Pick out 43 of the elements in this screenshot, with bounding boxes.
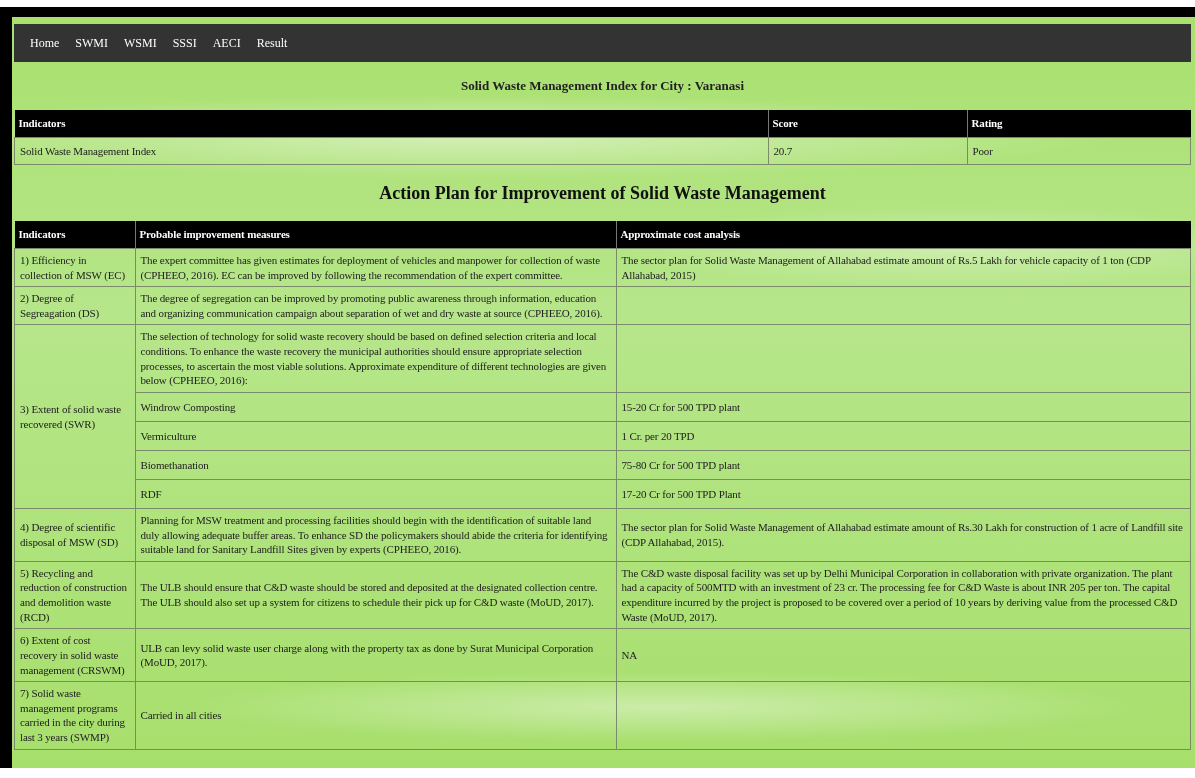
table-cell: Solid Waste Management Index (14, 137, 768, 165)
table-cell: Poor (967, 137, 1191, 165)
table-cell: 15-20 Cr for 500 TPD plant (616, 392, 1191, 422)
table-cell: Windrow Composting (135, 392, 616, 422)
page-title: Solid Waste Management Index for City : Varanasi (460, 77, 745, 95)
nav-link[interactable]: SWMI (67, 33, 116, 53)
table-cell: 1) Efficiency in collection of MSW (EC) (14, 248, 135, 287)
column-header: Approximate cost analysis (616, 221, 1191, 249)
table-cell: 1 Cr. per 20 TPD (616, 421, 1191, 451)
table-cell: The selection of technology for solid waste recovery should be based on defined selection criteria and local conditions. To enhance the waste recovery the municipal authorities should ensure appropriate selection processes, to ascertain the most viable solutions. Approximate expenditure of different technologies are given below (CPHEEO, 2016): (135, 324, 616, 393)
nav-link[interactable]: Result (248, 33, 296, 53)
nav-link[interactable]: WSMI (116, 33, 165, 53)
table-cell: Carried in all cities (135, 681, 616, 750)
nav-link[interactable]: SSSI (164, 33, 205, 53)
column-header: Score (768, 110, 967, 138)
table-cell: 7) Solid waste management programs carried in the city during last 3 years (SWMP) (14, 681, 135, 750)
table-cell: 3) Extent of solid waste recovered (SWR) (14, 324, 135, 509)
table-cell: The ULB should ensure that C&D waste should be stored and deposited at the designated collection centre. The ULB should also set up a system for citizens to schedule their pick up for C&D waste (MoUD, 2017). (135, 561, 616, 629)
column-header: Probable improvement measures (135, 221, 616, 249)
table-cell: 20.7 (768, 137, 967, 165)
table-cell: 75-80 Cr for 500 TPD plant (616, 450, 1191, 480)
section-heading: Action Plan for Improvement of Solid Waste Management (378, 181, 827, 205)
table-cell: The expert committee has given estimates for deployment of vehicles and manpower for collection of waste (CPHEEO, 2016). EC can be improved by following the recommendation of the expert committee. (135, 248, 616, 287)
nav-link[interactable]: AECI (204, 33, 249, 53)
table-cell: Biomethanation (135, 450, 616, 480)
table-cell: Vermiculture (135, 421, 616, 451)
column-header: Indicators (14, 110, 768, 138)
table-cell: 5) Recycling and reduction of construction and demolition waste (RCD) (14, 561, 135, 629)
table-cell: The C&D waste disposal facility was set up by Delhi Municipal Corporation in collaboration with private organization. The plant had a capacity of 500MTD with an investment of 23 cr. The processing fee for C&D Waste is about INR 205 per ton. The capital expenditure incurred by the project is proposed to be covered over a period of 10 years by deriving value from the processed C&D Waste (MoUD, 2017). (616, 561, 1191, 629)
table-cell: The sector plan for Solid Waste Management of Allahabad estimate amount of Rs.5 Lakh for vehicle capacity of 1 ton (CDP Allahabad, 2015) (616, 248, 1191, 287)
table-cell: 17-20 Cr for 500 TPD Plant (616, 479, 1191, 509)
table-cell: 2) Degree of Segreagation (DS) (14, 286, 135, 325)
table-cell: Planning for MSW treatment and processing facilities should begin with the identification of suitable land duly allowing adequate buffer areas. To enhance SD the policymakers should abide the criteria for identifying suitable land for Sanitary Landfill Sites given by experts (CPHEEO, 2016). (135, 508, 616, 562)
table-cell: 6) Extent of cost recovery in solid waste management (CRSWM) (14, 628, 135, 682)
table-cell: ULB can levy solid waste user charge along with the property tax as done by Surat Municipal Corporation (MoUD, 2017). (135, 628, 616, 682)
column-header: Rating (967, 110, 1191, 138)
table-cell: The degree of segregation can be improved by promoting public awareness through information, education and organizing communication campaign about separation of wet and dry waste at source (CPHEEO, 2016). (135, 286, 616, 325)
table-cell: RDF (135, 479, 616, 509)
table-cell: 4) Degree of scientific disposal of MSW (SD) (14, 508, 135, 562)
table-cell: NA (616, 628, 1191, 682)
table-cell: The sector plan for Solid Waste Management of Allahabad estimate amount of Rs.30 Lakh for construction of 1 acre of Landfill site (CDP Allahabad, 2015). (616, 508, 1191, 562)
column-header: Indicators (14, 221, 135, 249)
nav-link[interactable]: Home (22, 33, 68, 53)
